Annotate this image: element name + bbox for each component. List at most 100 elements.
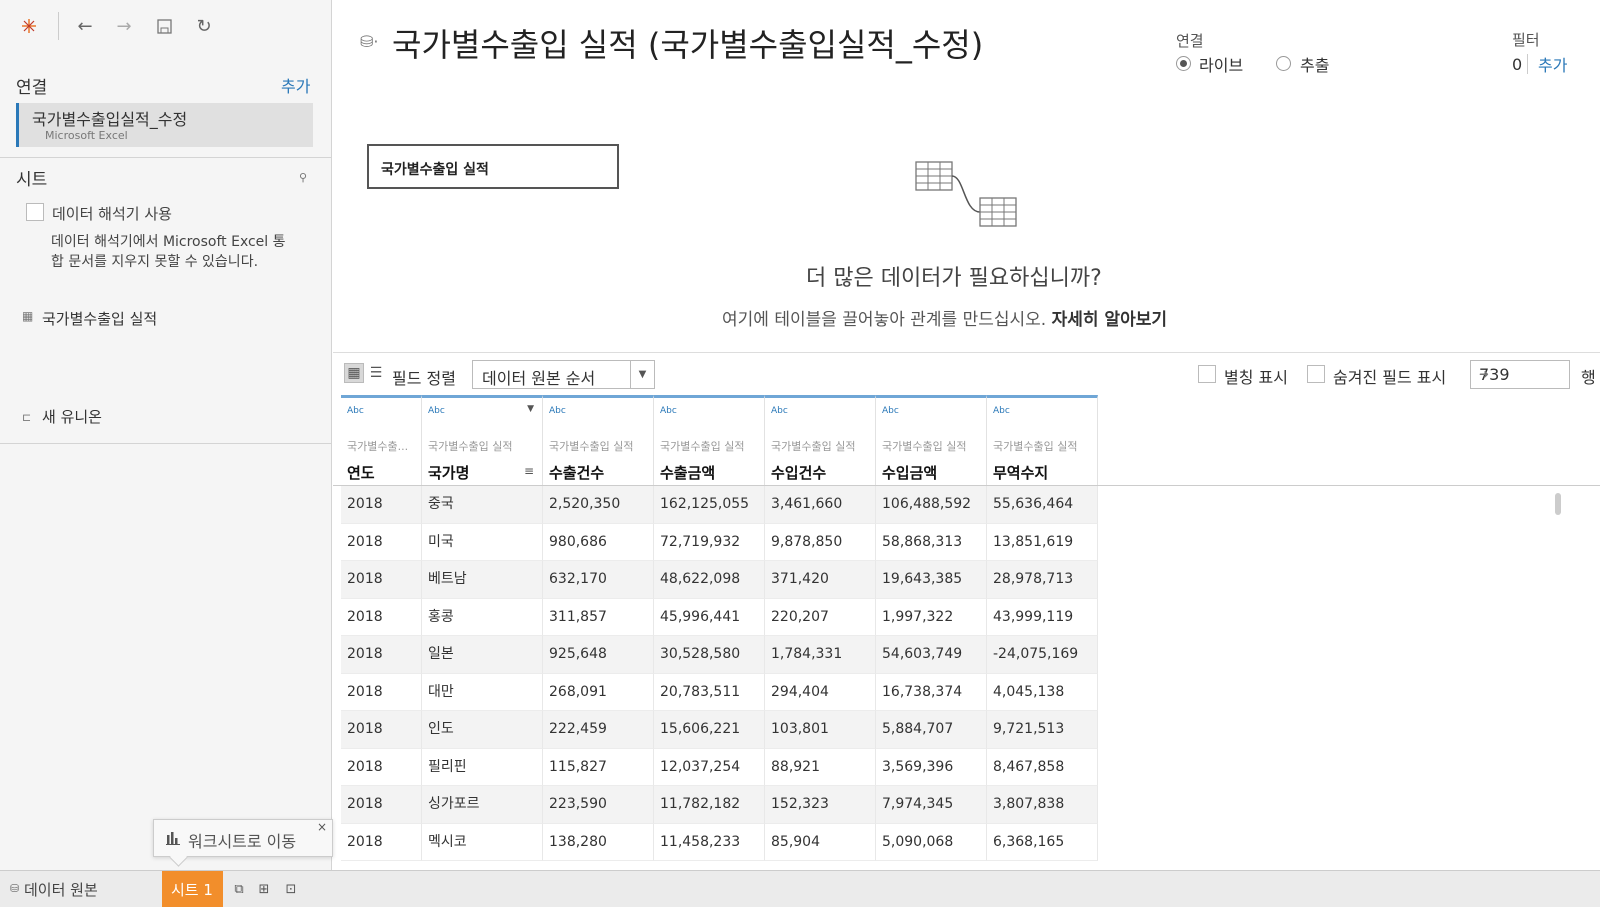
table-row: 2018 중국 2,520,350 162,125,055 3,461,660 106,4… bbox=[341, 486, 1098, 524]
field-type-icon[interactable]: Abc bbox=[549, 406, 566, 416]
table-cell: 20,783,511 bbox=[654, 673, 765, 711]
save-icon[interactable] bbox=[152, 14, 176, 38]
grid-toolbar: ▦ ☰ 필드 정렬 데이터 원본 순서 ▼ 별칭 표시 숨겨진 필드 표시 73… bbox=[333, 352, 1600, 395]
field-type-icon[interactable]: Abc bbox=[428, 406, 445, 416]
vertical-scrollbar[interactable] bbox=[1555, 493, 1561, 515]
table-cell: 48,622,098 bbox=[654, 561, 765, 599]
table-cell: 2018 bbox=[341, 598, 422, 636]
app-window: ← → ↻ 연결 추가 국가별수출입실적_수정 Microsoft Excel … bbox=[0, 0, 1600, 907]
field-type-icon[interactable]: Abc bbox=[660, 406, 677, 416]
rows-unit: 행 bbox=[1581, 368, 1596, 387]
table-cell: 9,878,850 bbox=[765, 523, 876, 561]
new-union-item[interactable]: 새 유니온 bbox=[42, 406, 102, 427]
column-header[interactable]: Abc 국가별수출입 실적 무역수지 bbox=[987, 395, 1098, 485]
extract-radio[interactable] bbox=[1276, 56, 1291, 71]
field-type-icon[interactable]: Abc bbox=[771, 406, 788, 416]
table-cell: 2018 bbox=[341, 786, 422, 824]
show-hidden-checkbox[interactable] bbox=[1307, 365, 1325, 383]
grid-view-icon[interactable]: ▦ bbox=[344, 363, 364, 383]
table-cell: 6,368,165 bbox=[987, 823, 1098, 861]
back-icon[interactable]: ← bbox=[73, 14, 97, 38]
column-header[interactable]: Abc 국가별수출입 실적 국가명 ▼ ≡ bbox=[422, 395, 543, 485]
column-header[interactable]: Abc 국가별수출... 연도 bbox=[341, 395, 422, 485]
table-row: 2018 필리핀 115,827 12,037,254 88,921 3,569,396 8… bbox=[341, 748, 1098, 786]
field-type-icon[interactable]: Abc bbox=[882, 406, 899, 416]
new-dashboard-icon[interactable]: ⊞ bbox=[254, 879, 274, 899]
table-cell: 베트남 bbox=[422, 561, 543, 599]
search-icon[interactable]: ⚲ bbox=[299, 171, 307, 184]
table-cell: 55,636,464 bbox=[987, 486, 1098, 524]
table-cell: 미국 bbox=[422, 523, 543, 561]
column-header[interactable]: Abc 국가별수출입 실적 수입금액 bbox=[876, 395, 987, 485]
page-title[interactable]: 국가별수출입 실적 (국가별수출입실적_수정) bbox=[392, 20, 983, 66]
table-cell: 2018 bbox=[341, 636, 422, 674]
connection-type: Microsoft Excel bbox=[45, 129, 128, 142]
table-cell: 88,921 bbox=[765, 748, 876, 786]
datasource-tab[interactable]: ⛁ 데이터 원본 bbox=[0, 871, 162, 907]
data-grid: Abc 국가별수출... 연도 Abc 국가별수출입 실적 국가명 ▼ ≡ Abc 국가별수출입 … bbox=[333, 395, 1600, 870]
learn-more-link[interactable]: 자세히 알아보기 bbox=[1052, 310, 1167, 330]
live-label: 라이브 bbox=[1199, 56, 1244, 75]
datasource-tab-label: 데이터 원본 bbox=[24, 881, 98, 899]
list-view-icon[interactable]: ☰ bbox=[366, 363, 386, 383]
column-header[interactable]: Abc 국가별수출입 실적수입건수 bbox=[765, 395, 876, 485]
sort-fields-select[interactable]: 데이터 원본 순서 ▼ bbox=[472, 360, 655, 389]
close-icon[interactable]: × bbox=[317, 820, 327, 834]
connections-title: 연결 bbox=[16, 78, 48, 98]
table-cell: 11,458,233 bbox=[654, 823, 765, 861]
table-cell: 2018 bbox=[341, 561, 422, 599]
left-sidebar: ← → ↻ 연결 추가 국가별수출입실적_수정 Microsoft Excel … bbox=[0, 0, 333, 870]
grid-header-row: Abc 국가별수출... 연도 Abc 국가별수출입 실적 국가명 ▼ ≡ Abc 국가별수출입 … bbox=[341, 395, 1098, 485]
tableau-logo-icon[interactable] bbox=[17, 14, 41, 38]
table-cell: 9,721,513 bbox=[987, 711, 1098, 749]
column-header[interactable]: Abc 국가별수출입 실적 수출금액 bbox=[654, 395, 765, 485]
database-icon[interactable]: ⛁· bbox=[360, 32, 379, 51]
more-data-title: 더 많은 데이터가 필요하십니까? bbox=[806, 266, 1102, 291]
table-row: 2018 베트남 632,170 48,622,098 371,420 19,643,38… bbox=[341, 561, 1098, 599]
table-cell: 5,090,068 bbox=[876, 823, 987, 861]
interpreter-label: 데이터 해석기 사용 bbox=[52, 205, 172, 223]
interpreter-checkbox[interactable] bbox=[26, 203, 44, 221]
field-type-icon[interactable]: Abc bbox=[993, 406, 1010, 416]
table-cell: 925,648 bbox=[543, 636, 654, 674]
table-cell: 106,488,592 bbox=[876, 486, 987, 524]
add-filter-link[interactable]: 추가 bbox=[1538, 52, 1567, 76]
show-hidden-label: 숨겨진 필드 표시 bbox=[1333, 368, 1447, 387]
arrow-right-icon[interactable]: ➜ bbox=[1479, 367, 1564, 381]
toolbar-divider bbox=[58, 12, 59, 40]
column-name: 수입건수 bbox=[771, 464, 827, 482]
table-row: 2018 인도 222,459 15,606,221 103,801 5,884,707 9… bbox=[341, 711, 1098, 749]
table-cell: 13,851,619 bbox=[987, 523, 1098, 561]
canvas-table[interactable]: 국가별수출입 실적 bbox=[367, 144, 619, 189]
new-story-icon[interactable]: ⊡ bbox=[281, 879, 301, 899]
sheet-item[interactable]: 국가별수출입 실적 bbox=[42, 308, 157, 329]
column-source: 국가별수출... bbox=[347, 440, 409, 453]
connection-item[interactable]: 국가별수출입실적_수정 Microsoft Excel bbox=[16, 103, 313, 147]
table-cell: 중국 bbox=[422, 486, 543, 524]
rows-input[interactable]: 739 ➜ bbox=[1470, 360, 1570, 389]
table-cell: 58,868,313 bbox=[876, 523, 987, 561]
column-name: 무역수지 bbox=[993, 464, 1049, 482]
table-cell: 222,459 bbox=[543, 711, 654, 749]
new-worksheet-icon[interactable]: ⧉ bbox=[229, 879, 249, 899]
column-header[interactable]: Abc 국가별수출입 실적 수출건수 bbox=[543, 395, 654, 485]
database-icon: ⛁ bbox=[10, 882, 20, 895]
show-aliases-checkbox[interactable] bbox=[1198, 365, 1216, 383]
go-to-worksheet-tooltip[interactable]: 워크시트로 이동 × bbox=[153, 819, 333, 857]
table-cell: 2,520,350 bbox=[543, 486, 654, 524]
sort-icon[interactable]: ≡ bbox=[524, 464, 534, 478]
column-name: 수입금액 bbox=[882, 464, 938, 482]
table-cell: 268,091 bbox=[543, 673, 654, 711]
table-cell: 싱가포르 bbox=[422, 786, 543, 824]
field-type-icon[interactable]: Abc bbox=[347, 406, 364, 416]
column-source: 국가별수출입 실적 bbox=[771, 440, 856, 453]
column-menu-icon[interactable]: ▼ bbox=[527, 404, 534, 414]
table-cell: 홍콩 bbox=[422, 598, 543, 636]
live-radio[interactable] bbox=[1176, 56, 1191, 71]
refresh-icon[interactable]: ↻ bbox=[192, 14, 216, 38]
add-connection-link[interactable]: 추가 bbox=[281, 73, 310, 97]
forward-icon[interactable]: → bbox=[112, 14, 136, 38]
table-cell: 311,857 bbox=[543, 598, 654, 636]
sheet-tab[interactable]: 시트 1 bbox=[162, 871, 223, 907]
table-cell: 2018 bbox=[341, 823, 422, 861]
